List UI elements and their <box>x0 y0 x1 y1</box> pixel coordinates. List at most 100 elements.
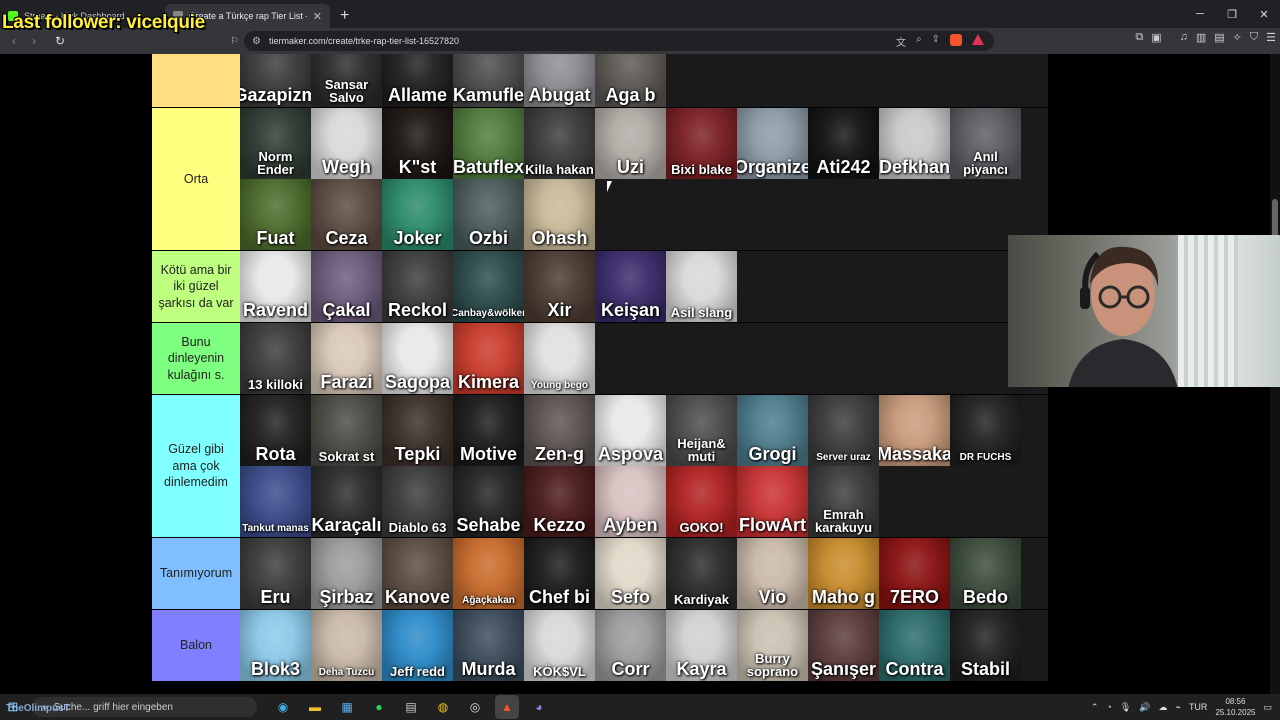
close-window-icon[interactable]: ✕ <box>1248 0 1280 28</box>
tier-item-card[interactable]: Ceza <box>311 179 382 250</box>
zoom-icon[interactable]: ⌕ <box>916 34 922 49</box>
tier-item-card[interactable]: Aga b <box>595 54 666 107</box>
tier-item-card[interactable]: Keişan <box>595 251 666 322</box>
restore-icon[interactable]: ❐ <box>1216 0 1248 28</box>
leo-icon[interactable]: ✧ <box>1233 31 1242 44</box>
media-icon[interactable]: ♫ <box>1180 31 1188 44</box>
extensions-icon[interactable]: ⧉ <box>1135 31 1143 44</box>
tier-item-card[interactable]: Ayben <box>595 466 666 537</box>
tier-item-card[interactable]: Bixi blake <box>666 108 737 179</box>
tier-item-card[interactable]: Corr <box>595 610 666 681</box>
tier-item-card[interactable]: Şirbaz <box>311 538 382 609</box>
tier-item-card[interactable]: Kezzo <box>524 466 595 537</box>
tier-label[interactable]: Kötü ama bir iki güzel şarkısı da var <box>152 251 240 322</box>
tier-item-card[interactable]: Massaka <box>879 395 950 466</box>
tier-item-card[interactable]: Maho g <box>808 538 879 609</box>
bookmark-icon[interactable]: ⚐ <box>230 36 239 47</box>
tier-label[interactable]: Tanımıyorum <box>152 538 240 609</box>
tier-item-card[interactable]: Anıl piyancı <box>950 108 1021 179</box>
tier-item-card[interactable]: Gazapizm <box>240 54 311 107</box>
tier-item-card[interactable]: Ravend <box>240 251 311 322</box>
tier-item-card[interactable]: Kardiyak <box>666 538 737 609</box>
tier-item-card[interactable]: Burry soprano <box>737 610 808 681</box>
notifications-icon[interactable]: ▭ <box>1263 702 1272 713</box>
tier-item-card[interactable]: Contra <box>879 610 950 681</box>
address-bar[interactable]: ⚐ ⚙ tiermaker.com/create/trke-rap-tier-l… <box>230 31 994 51</box>
store-icon[interactable]: ▦ <box>335 695 359 719</box>
tier-item-card[interactable]: Batuflex <box>453 108 524 179</box>
brave-shields-icon[interactable] <box>950 33 962 46</box>
site-info-icon[interactable]: ⚙ <box>252 36 261 47</box>
tier-item-card[interactable]: 7ERO <box>879 538 950 609</box>
tier-item-card[interactable]: Heijan& muti <box>666 395 737 466</box>
minimize-icon[interactable]: ─ <box>1184 0 1216 28</box>
chrome-icon[interactable]: ◍ <box>431 695 455 719</box>
tier-item-card[interactable]: FlowArt <box>737 466 808 537</box>
tier-item-card[interactable]: DR FUCHS <box>950 395 1021 466</box>
file-explorer-icon[interactable]: ▬ <box>303 695 327 719</box>
tier-item-card[interactable]: Defkhan <box>879 108 950 179</box>
tier-item-card[interactable]: Uzi <box>595 108 666 179</box>
tier-item-card[interactable]: Vio <box>737 538 808 609</box>
tier-item-card[interactable]: Sansar Salvo <box>311 54 382 107</box>
onedrive-icon[interactable]: ☁ <box>1159 702 1168 713</box>
tier-label[interactable]: Orta <box>152 108 240 250</box>
tier-item-card[interactable]: Rota <box>240 395 311 466</box>
tier-item-card[interactable]: Şanışer <box>808 610 879 681</box>
tier-item-card[interactable]: Canbay&wölker <box>453 251 524 322</box>
tier-item-card[interactable]: Reckol <box>382 251 453 322</box>
url-text[interactable]: tiermaker.com/create/trke-rap-tier-list-… <box>269 36 459 46</box>
tier-item-card[interactable]: 13 killoki <box>240 323 311 394</box>
share-icon[interactable]: ⇪ <box>932 34 940 49</box>
tier-item-card[interactable]: Xir <box>524 251 595 322</box>
tier-item-card[interactable]: Deha Tuzcu <box>311 610 382 681</box>
tier-item-card[interactable]: Ağaçkakan <box>453 538 524 609</box>
tier-label[interactable]: Güzel gibi ama çok dinlemedim <box>152 395 240 537</box>
tier-item-card[interactable]: Emrah karakuyu <box>808 466 879 537</box>
tier-item-card[interactable]: Eru <box>240 538 311 609</box>
tier-item-card[interactable]: Young bego <box>524 323 595 394</box>
tray-app-icon[interactable]: ◔ <box>1106 702 1111 712</box>
tier-item-card[interactable]: Farazi <box>311 323 382 394</box>
brave-rewards-icon[interactable] <box>972 33 984 45</box>
tier-label[interactable]: Balon <box>152 610 240 681</box>
tier-item-card[interactable]: Diablo 63 <box>382 466 453 537</box>
tier-item-card[interactable]: Fuat <box>240 179 311 250</box>
tier-item-card[interactable]: Zen-g <box>524 395 595 466</box>
tier-item-card[interactable]: Sagopa <box>382 323 453 394</box>
tier-item-card[interactable]: Asil slang <box>666 251 737 322</box>
calculator-icon[interactable]: ▤ <box>399 695 423 719</box>
forward-icon[interactable]: › <box>24 34 44 48</box>
wallet-icon[interactable]: ▣ <box>1151 31 1161 44</box>
tier-item-card[interactable]: Sokrat st <box>311 395 382 466</box>
discord-icon[interactable]: ◕ <box>527 695 551 719</box>
tray-chevron-icon[interactable]: ⌃ <box>1091 702 1099 713</box>
tier-item-card[interactable]: Server uraz <box>808 395 879 466</box>
new-tab-button[interactable]: + <box>330 4 359 28</box>
tier-item-card[interactable]: Kamufle <box>453 54 524 107</box>
tier-item-card[interactable]: Motive <box>453 395 524 466</box>
tier-item-card[interactable]: Ohash <box>524 179 595 250</box>
tier-item-card[interactable]: Jeff redd <box>382 610 453 681</box>
mic-icon[interactable]: 🎙 <box>1120 702 1131 713</box>
tier-item-card[interactable]: Aspova <box>595 395 666 466</box>
tier-item-card[interactable]: KÖK$VL <box>524 610 595 681</box>
back-icon[interactable]: ‹ <box>4 34 24 48</box>
tier-item-card[interactable]: GOKO! <box>666 466 737 537</box>
tier-item-card[interactable]: Chef bi <box>524 538 595 609</box>
brave-taskbar-icon[interactable]: ▲ <box>495 695 519 719</box>
tier-item-card[interactable]: Kayra <box>666 610 737 681</box>
tier-item-card[interactable]: Bedo <box>950 538 1021 609</box>
language-indicator[interactable]: TUR <box>1189 702 1208 712</box>
volume-icon[interactable]: 🔊 <box>1139 702 1150 713</box>
network-icon[interactable]: ⌁ <box>1176 702 1181 713</box>
tier-item-card[interactable]: Joker <box>382 179 453 250</box>
tier-item-card[interactable]: Ozbi <box>453 179 524 250</box>
tier-item-card[interactable]: Sehabe <box>453 466 524 537</box>
tier-item-card[interactable]: Abugat <box>524 54 595 107</box>
tier-item-card[interactable]: Organize <box>737 108 808 179</box>
obs-icon[interactable]: ◎ <box>463 695 487 719</box>
tier-item-card[interactable]: Stabil <box>950 610 1021 681</box>
tier-label[interactable]: Bunu dinleyenin kulağını s. <box>152 323 240 394</box>
wallet2-icon[interactable]: ▤ <box>1214 31 1224 44</box>
